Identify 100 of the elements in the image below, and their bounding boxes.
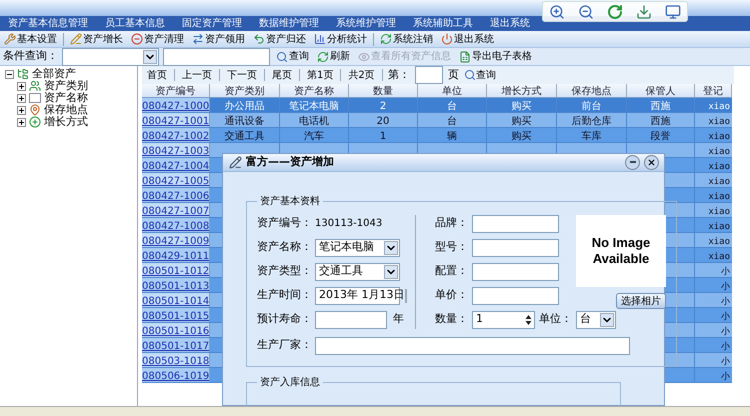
pencil-icon	[70, 33, 82, 45]
refresh-icon	[317, 50, 329, 62]
column-header[interactable]: 资产编号	[142, 84, 210, 97]
menu-item[interactable]: 系统辅助工具	[413, 16, 473, 31]
brand-field[interactable]	[472, 214, 559, 232]
refresh-icon[interactable]	[606, 4, 623, 20]
tree-item[interactable]: 增长方式	[44, 114, 88, 130]
spreadsheet-icon	[459, 50, 471, 62]
minimize-button[interactable]	[625, 154, 640, 170]
toolbar-button[interactable]: 资产领用	[190, 32, 247, 46]
menu-item[interactable]: 数据维护管理	[259, 16, 319, 31]
field-label: 页	[448, 66, 459, 83]
toolbar-button[interactable]: 资产清理	[129, 32, 186, 46]
field-label: 年	[393, 311, 404, 328]
table-cell: 辆	[447, 131, 457, 142]
field-label: 生产厂家：	[257, 337, 313, 354]
model-field[interactable]	[472, 238, 559, 256]
table-cell: 小	[721, 372, 730, 382]
manufacturer-field[interactable]	[315, 336, 630, 354]
people-icon	[29, 80, 41, 92]
page-field[interactable]	[414, 66, 443, 84]
collapse-icon[interactable]	[5, 70, 14, 78]
table-row[interactable]: 080427-1002 交通工具 汽车 1 辆 购买 车库 段誉 xiao	[142, 128, 732, 143]
query-button[interactable]: 刷新	[315, 49, 352, 64]
menu-item[interactable]: 资产基本信息管理	[8, 16, 88, 31]
field-label: 资产编号：	[257, 215, 313, 232]
pager-button[interactable]: 尾页	[270, 68, 294, 82]
query-button[interactable]: 查询	[274, 49, 311, 64]
column-header[interactable]: 单位	[418, 84, 487, 97]
table-cell: 西施	[650, 116, 670, 127]
table-cell: 20	[376, 116, 390, 127]
menu-item[interactable]: 退出系统	[490, 16, 530, 31]
toolbar-button[interactable]: 基本设置	[2, 32, 59, 46]
menu-item[interactable]: 系统维护管理	[336, 16, 396, 31]
column-header[interactable]: 资产类别	[210, 84, 280, 97]
menu-item[interactable]: 员工基本信息	[105, 16, 165, 31]
query-button[interactable]: 导出电子表格	[457, 49, 534, 64]
plus-circle-icon	[29, 116, 41, 128]
arrows-icon	[192, 33, 204, 45]
menu-item[interactable]: 固定资产管理	[182, 16, 242, 31]
table-cell: xiao	[708, 162, 730, 172]
column-header[interactable]: 保存地点	[557, 84, 627, 97]
column-header[interactable]: 增长方式	[487, 84, 557, 97]
close-button[interactable]	[644, 154, 659, 170]
lifespan-field[interactable]	[315, 310, 387, 328]
expand-icon[interactable]	[17, 94, 26, 102]
view-icon	[358, 50, 370, 62]
table-row[interactable]: 080427-1001 通讯设备 电话机 20 台 购买 后勤仓库 西施 xiao	[142, 113, 732, 128]
toolbar-button[interactable]: 资产归还	[251, 32, 308, 46]
pager-button[interactable]: 首页	[145, 68, 169, 82]
monitor-icon[interactable]	[664, 4, 681, 20]
pager-button[interactable]: 下一页	[225, 68, 259, 82]
toolbar-button[interactable]: 退出系统	[439, 32, 496, 46]
power-icon	[441, 33, 453, 45]
quantity-spinner[interactable]: 1	[472, 310, 535, 328]
group-title: 资产基本资料	[259, 194, 321, 208]
zoom-in-icon[interactable]	[549, 4, 566, 20]
field-label: 第：	[388, 66, 410, 83]
column-header[interactable]: 数量	[349, 84, 418, 97]
table-cell: xiao	[708, 207, 730, 217]
table-cell: 交通工具	[224, 131, 264, 142]
wrench-icon	[4, 33, 16, 45]
price-field[interactable]	[472, 286, 559, 304]
choose-photo-button[interactable]: 选择相片	[616, 292, 666, 308]
zoom-out-icon[interactable]	[578, 4, 594, 20]
table-cell: 通讯设备	[224, 116, 264, 127]
no-image-text: No Image Available	[590, 234, 652, 266]
download-icon[interactable]	[636, 4, 652, 20]
config-field[interactable]	[472, 262, 559, 280]
column-header[interactable]: 资产名称	[280, 84, 349, 97]
spin-arrows-icon	[525, 314, 532, 326]
toolbar-button[interactable]: 资产增长	[68, 32, 125, 46]
asset-name-select[interactable]: 笔记本电脑	[315, 238, 400, 256]
asset-type-select[interactable]: 交通工具	[315, 262, 400, 280]
unit-select[interactable]: 台	[576, 310, 616, 328]
table-cell: xiao	[708, 132, 730, 142]
pager-button[interactable]: 共2页	[346, 68, 377, 82]
undo-icon	[253, 33, 265, 45]
toolbar-button[interactable]: 分析统计	[312, 32, 369, 46]
table-cell: 购买	[512, 131, 532, 142]
table-cell: 笔记本电脑	[289, 101, 339, 112]
table-cell: 台	[447, 101, 457, 112]
column-header[interactable]: 登记	[695, 84, 732, 97]
column-header[interactable]: 保管人	[627, 84, 695, 97]
page-query-button[interactable]: 查询	[464, 68, 496, 82]
expand-icon[interactable]	[17, 82, 26, 90]
table-cell: 汽车	[304, 131, 324, 142]
table-row[interactable]: 080427-1000 办公用品 笔记本电脑 2 台 购买 前台 西施 xiao	[142, 98, 732, 113]
expand-icon[interactable]	[17, 106, 26, 114]
field-label: 条件查询：	[3, 48, 58, 64]
table-cell: 1	[380, 131, 386, 142]
toolbar-button[interactable]: 系统注销	[378, 32, 435, 46]
pager-button[interactable]: 第1页	[305, 68, 336, 82]
refresh-icon	[380, 33, 392, 45]
expand-icon[interactable]	[17, 118, 26, 126]
search-field[interactable]	[163, 48, 270, 66]
pager-button[interactable]: 上一页	[180, 68, 214, 82]
table-cell: xiao	[708, 237, 730, 247]
table-cell: 小	[721, 267, 730, 277]
condition-select[interactable]	[62, 48, 159, 66]
